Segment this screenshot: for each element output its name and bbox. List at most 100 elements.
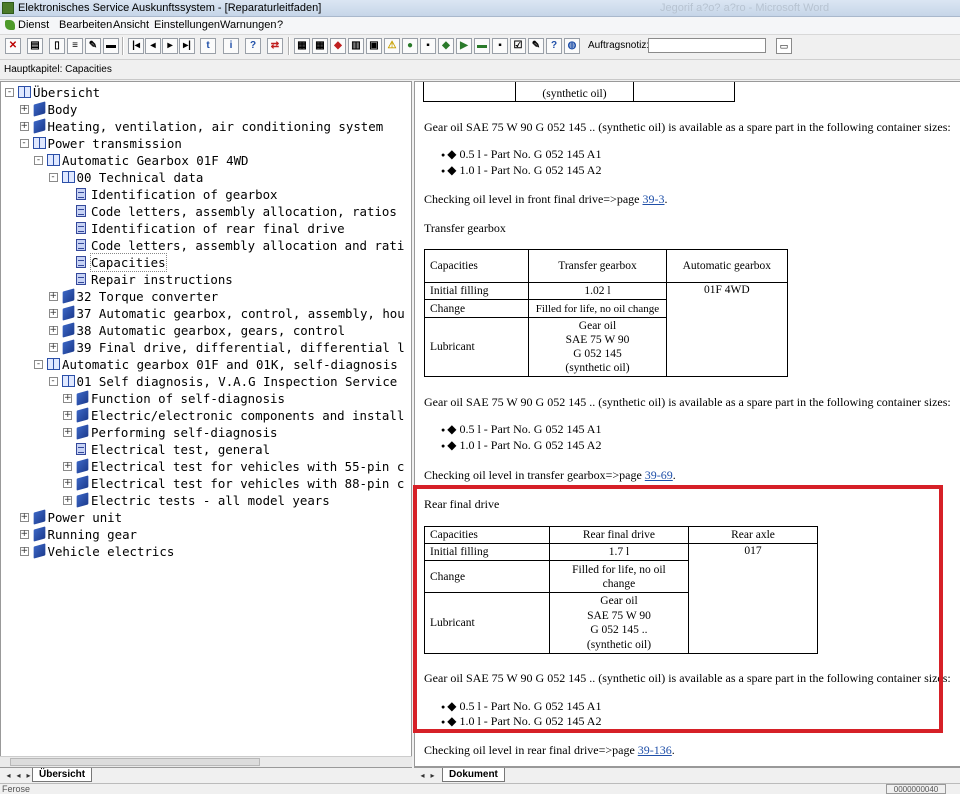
menu-einstellungen[interactable]: Einstellungen: [154, 18, 220, 33]
tree-item-label: 00 Technical data: [76, 170, 204, 185]
engine-icon[interactable]: ▪: [492, 38, 508, 54]
manual-icon[interactable]: ▣: [366, 38, 382, 54]
tree-item-label: Identification of rear final drive: [91, 221, 345, 236]
front-check-text: Checking oil level in front final drive=…: [424, 192, 668, 206]
order-note-input[interactable]: [648, 38, 766, 53]
tree-item-label: 38 Automatic gearbox, gears, control: [76, 323, 346, 338]
tab-prev-icon[interactable]: ◂: [14, 770, 23, 781]
expand-icon[interactable]: +: [19, 547, 29, 556]
expand-icon[interactable]: +: [19, 530, 29, 539]
last-page-icon[interactable]: ▸|: [179, 38, 195, 54]
collapse-icon[interactable]: -: [5, 88, 14, 97]
expand-icon[interactable]: +: [48, 292, 58, 301]
transfer-gearbox-table: Capacities Transfer gearbox Automatic ge…: [423, 249, 789, 377]
order-note-button[interactable]: ▭: [776, 38, 792, 54]
warning-icon[interactable]: ⚠: [384, 38, 400, 54]
world-icon[interactable]: ◍: [564, 38, 580, 54]
document-icon: [76, 222, 86, 234]
collapse-icon[interactable]: -: [34, 156, 43, 165]
tab-next-icon[interactable]: ▸: [428, 770, 437, 781]
tree-item-label: 01 Self diagnosis, V.A.G Inspection Serv…: [76, 374, 398, 389]
checklist-icon[interactable]: ☑: [510, 38, 526, 54]
expand-icon[interactable]: +: [48, 343, 58, 352]
value-initial-filling: 1.02 l: [528, 282, 667, 300]
tree-item-label: Electric/electronic components and insta…: [91, 408, 405, 423]
document-icon: [76, 443, 86, 455]
menu-ansicht[interactable]: Ansicht: [113, 18, 149, 33]
tree-item-label: Function of self-diagnosis: [91, 391, 285, 406]
window-title: Elektronisches Service Auskunftssystem -…: [18, 2, 322, 14]
tree-item-label: Capacities: [90, 253, 167, 272]
value-lubricant: Gear oil SAE 75 W 90 G 052 145 (synthetic o…: [528, 317, 667, 377]
close-document-icon[interactable]: ✕: [5, 38, 21, 54]
expand-icon[interactable]: +: [63, 496, 72, 505]
value-change: Filled for life, no oil change: [528, 299, 667, 318]
transfer-heading: Transfer gearbox: [424, 221, 506, 235]
menu-bearbeiten[interactable]: Bearbeiten: [59, 18, 112, 33]
expand-icon[interactable]: +: [63, 479, 72, 488]
globe-icon[interactable]: ●: [402, 38, 418, 54]
rear-check-text: Checking oil level in rear final drive=>…: [424, 743, 675, 757]
expand-icon[interactable]: +: [19, 105, 29, 114]
expand-icon[interactable]: +: [63, 394, 72, 403]
collapse-icon[interactable]: -: [48, 377, 58, 386]
book-icon: [33, 543, 45, 559]
vehicle-icon[interactable]: ▬: [103, 38, 119, 54]
bookmark-icon[interactable]: ◆: [438, 38, 454, 54]
front-oil-text: Gear oil SAE 75 W 90 G 052 145 .. (synth…: [424, 120, 951, 134]
row-change: Change: [423, 299, 530, 318]
expand-icon[interactable]: +: [63, 411, 72, 420]
calculator-icon[interactable]: ▦: [294, 38, 310, 54]
link-39-69[interactable]: 39-69: [645, 468, 673, 482]
tab-overview[interactable]: Übersicht: [32, 768, 93, 782]
print-icon[interactable]: ▤: [27, 38, 43, 54]
info-icon[interactable]: i: [223, 38, 239, 54]
grid-icon[interactable]: ▦: [312, 38, 328, 54]
document-icon: [76, 205, 86, 217]
transfer-check-text: Checking oil level in transfer gearbox=>…: [424, 468, 676, 482]
tab-first-icon[interactable]: ◂: [4, 770, 13, 781]
swap-icon[interactable]: ⇄: [267, 38, 283, 54]
menu-warnungen[interactable]: Warnungen: [220, 18, 276, 33]
collapse-icon[interactable]: -: [19, 139, 29, 148]
expand-icon[interactable]: +: [63, 462, 72, 471]
book-open-icon: [61, 171, 75, 183]
save-icon[interactable]: ▪: [420, 38, 436, 54]
parts-icon[interactable]: ◆: [330, 38, 346, 54]
new-document-icon[interactable]: ▯: [49, 38, 65, 54]
expand-icon[interactable]: +: [19, 122, 29, 131]
help-icon[interactable]: ?: [245, 38, 261, 54]
expand-icon[interactable]: +: [63, 428, 72, 437]
tree-item-label: Automatic Gearbox 01F 4WD: [62, 153, 249, 168]
expand-icon[interactable]: +: [48, 309, 58, 318]
title-bar: Elektronisches Service Auskunftssystem -…: [0, 0, 960, 17]
row-initial-filling: Initial filling: [423, 282, 530, 300]
previous-page-icon[interactable]: ◂: [145, 38, 161, 54]
flag-icon[interactable]: ▶: [456, 38, 472, 54]
go-to-top-icon[interactable]: t: [200, 38, 216, 54]
first-page-icon[interactable]: |◂: [128, 38, 144, 54]
notes-icon[interactable]: ✎: [528, 38, 544, 54]
book-icon: [33, 509, 45, 525]
next-page-icon[interactable]: ▸: [162, 38, 178, 54]
expand-icon[interactable]: +: [48, 326, 58, 335]
question-icon[interactable]: ?: [546, 38, 562, 54]
collapse-icon[interactable]: -: [34, 360, 43, 369]
link-39-136[interactable]: 39-136: [638, 743, 672, 757]
document-list-icon[interactable]: ≡: [67, 38, 83, 54]
tree-item-label: Electric tests - all model years: [91, 493, 330, 508]
car-icon[interactable]: ▬: [474, 38, 490, 54]
scrollbar-thumb[interactable]: [10, 758, 260, 766]
book-open-icon: [32, 137, 46, 149]
menu-dienst[interactable]: Dienst: [4, 18, 49, 33]
table-icon[interactable]: ▥: [348, 38, 364, 54]
expand-icon[interactable]: +: [19, 513, 29, 522]
background-window-title: Jegorif a?o? a?ro - Microsoft Word: [660, 2, 830, 14]
link-39-3[interactable]: 39-3: [642, 192, 664, 206]
document-edit-icon[interactable]: ✎: [85, 38, 101, 54]
menu-help[interactable]: ?: [277, 18, 283, 33]
book-icon: [76, 424, 89, 440]
tab-document[interactable]: Dokument: [442, 768, 505, 782]
collapse-icon[interactable]: -: [48, 173, 58, 182]
tab-prev-icon[interactable]: ◂: [418, 770, 427, 781]
